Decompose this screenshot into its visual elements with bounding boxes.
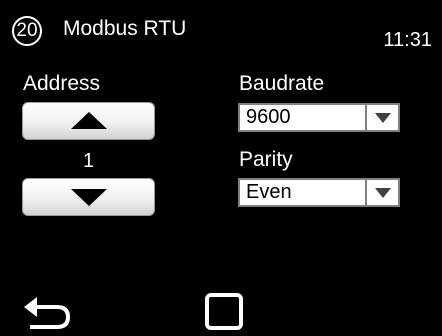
parity-label: Parity (239, 148, 293, 171)
chevron-down-icon (374, 187, 391, 198)
screen-number-badge: 20 (12, 16, 42, 46)
parity-select[interactable]: Even (238, 178, 400, 207)
parity-selected-value: Even (246, 181, 292, 203)
address-increment-button[interactable] (22, 102, 155, 140)
home-button[interactable] (205, 293, 243, 330)
arrow-up-icon (70, 112, 107, 129)
arrow-down-icon (70, 189, 107, 206)
clock: 11:31 (383, 29, 432, 51)
address-decrement-button[interactable] (22, 178, 155, 216)
baudrate-select[interactable]: 9600 (238, 103, 400, 132)
baudrate-label: Baudrate (239, 72, 325, 95)
chevron-down-icon (374, 112, 391, 123)
page-title: Modbus RTU (63, 17, 187, 40)
parity-dropdown-button[interactable] (365, 180, 398, 205)
address-label: Address (23, 72, 101, 95)
address-value: 1 (82, 150, 95, 172)
baudrate-selected-value: 9600 (246, 106, 291, 128)
back-arrow-icon (24, 297, 70, 329)
baudrate-dropdown-button[interactable] (365, 105, 398, 130)
back-button[interactable] (24, 296, 74, 331)
